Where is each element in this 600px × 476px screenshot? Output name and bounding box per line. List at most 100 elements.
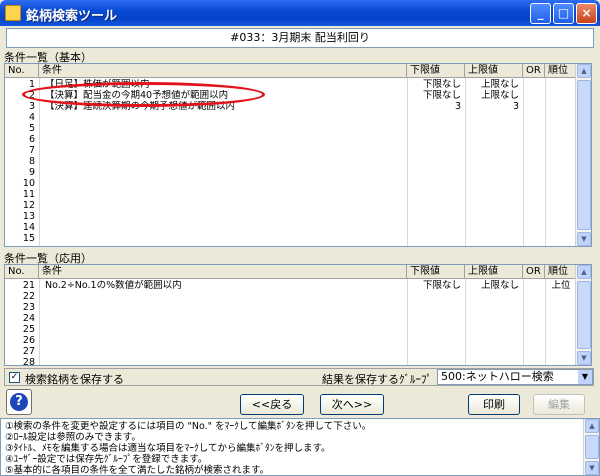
row-condition: [45, 357, 407, 365]
close-button[interactable]: ×: [576, 3, 597, 24]
applied-condition-table[interactable]: No. 条件 下限値 上限値 OR 順位 21 No.2÷No.1の%数値が範囲以…: [4, 264, 592, 366]
row-lower-limit: 下限なし: [422, 79, 461, 90]
edit-button[interactable]: 編集: [533, 394, 585, 415]
scroll-thumb[interactable]: [585, 435, 599, 459]
table-row[interactable]: 13: [5, 211, 577, 222]
row-rank: [545, 302, 577, 313]
chevron-down-icon[interactable]: ▼: [578, 370, 592, 384]
table-row[interactable]: 4: [5, 112, 577, 123]
col-or-header[interactable]: OR: [523, 64, 545, 78]
scroll-up-arrow-icon[interactable]: ▲: [577, 64, 591, 78]
scroll-thumb[interactable]: [577, 281, 591, 349]
row-condition: [45, 134, 407, 145]
row-upper-limit: [465, 200, 523, 211]
col-lower-header[interactable]: 下限値: [407, 64, 465, 78]
table-row[interactable]: 26: [5, 335, 577, 346]
row-number: 9: [28, 167, 35, 178]
row-rank: [545, 200, 577, 211]
scroll-down-arrow-icon[interactable]: ▼: [577, 232, 591, 246]
col-or-header[interactable]: OR: [523, 265, 545, 279]
table-row[interactable]: 22: [5, 291, 577, 302]
row-or: [523, 178, 545, 189]
row-number: 14: [22, 222, 35, 233]
scroll-thumb[interactable]: [577, 80, 591, 230]
table-row[interactable]: 15: [5, 233, 577, 244]
row-or: [523, 123, 545, 134]
row-number: 10: [22, 178, 35, 189]
save-group-select[interactable]: 500:ネットハロー検索 ▼: [437, 369, 593, 385]
row-number: 26: [22, 335, 35, 346]
col-upper-header[interactable]: 上限値: [465, 64, 523, 78]
table-row[interactable]: 14: [5, 222, 577, 233]
table-row[interactable]: 23: [5, 302, 577, 313]
back-button[interactable]: <<戻る: [240, 394, 304, 415]
table-row[interactable]: 5: [5, 123, 577, 134]
row-or: [523, 79, 545, 90]
row-condition: [45, 112, 407, 123]
table-row[interactable]: 24: [5, 313, 577, 324]
save-results-checkbox[interactable]: ✓: [9, 372, 20, 383]
row-rank: [545, 222, 577, 233]
col-no-header[interactable]: No.: [5, 265, 39, 279]
instructions-scrollbar[interactable]: ▲ ▼: [583, 419, 599, 475]
row-lower-limit: [407, 357, 465, 365]
row-condition: [45, 123, 407, 134]
table-row[interactable]: 11: [5, 189, 577, 200]
col-rank-header[interactable]: 順位: [545, 265, 577, 279]
table-row[interactable]: 6: [5, 134, 577, 145]
row-upper-limit: 上限なし: [480, 79, 519, 90]
instruction-line: ③ﾀｲﾄﾙ、ﾒﾓを編集する場合は適当な項目をﾏｰｸしてから編集ﾎﾞﾀﾝを押します…: [5, 443, 331, 454]
row-or: [523, 291, 545, 302]
col-condition-header[interactable]: 条件: [39, 265, 407, 279]
row-or: [523, 222, 545, 233]
table-row[interactable]: 28: [5, 357, 577, 365]
save-results-label[interactable]: 検索銘柄を保存する: [25, 371, 124, 387]
row-lower-limit: 下限なし: [422, 280, 461, 291]
table-row[interactable]: 25: [5, 324, 577, 335]
save-group-label: 結果を保存するｸﾞﾙｰﾌﾟ: [322, 373, 432, 386]
col-condition-header[interactable]: 条件: [39, 64, 407, 78]
row-upper-limit: [465, 302, 523, 313]
row-rank: [545, 112, 577, 123]
table-row[interactable]: 9: [5, 167, 577, 178]
maximize-button[interactable]: □: [553, 3, 574, 24]
scroll-up-arrow-icon[interactable]: ▲: [585, 419, 599, 433]
scroll-down-arrow-icon[interactable]: ▼: [585, 461, 599, 475]
col-lower-header[interactable]: 下限値: [407, 265, 465, 279]
col-upper-header[interactable]: 上限値: [465, 265, 523, 279]
row-upper-limit: [465, 313, 523, 324]
row-rank: [545, 211, 577, 222]
instruction-line: ①検索の条件を変更や設定するには項目の "No." をﾏｰｸして編集ﾎﾞﾀﾝを押…: [5, 421, 372, 432]
table-row[interactable]: 12: [5, 200, 577, 211]
next-button[interactable]: 次へ>>: [320, 394, 384, 415]
table-row[interactable]: 10: [5, 178, 577, 189]
table-row[interactable]: 27: [5, 346, 577, 357]
row-upper-limit: [465, 189, 523, 200]
minimize-button[interactable]: _: [530, 3, 551, 24]
table-row[interactable]: 21 No.2÷No.1の%数値が範囲以内 下限なし 上限なし 上位: [5, 280, 577, 291]
applied-scrollbar[interactable]: ▲ ▼: [575, 265, 591, 365]
instructions-box[interactable]: ①検索の条件を変更や設定するには項目の "No." をﾏｰｸして編集ﾎﾞﾀﾝを押…: [0, 418, 600, 476]
row-number: 27: [22, 346, 35, 357]
app-icon: [5, 5, 21, 21]
instruction-line: ⑤基本的に各項目の条件を全て満たした銘柄が検索されます。: [5, 465, 270, 476]
table-row[interactable]: 7: [5, 145, 577, 156]
scroll-up-arrow-icon[interactable]: ▲: [577, 265, 591, 279]
row-lower-limit: 下限なし: [422, 90, 461, 101]
help-button[interactable]: ?: [6, 389, 32, 415]
row-lower-limit: [407, 291, 465, 302]
print-button[interactable]: 印刷: [468, 394, 520, 415]
col-no-header[interactable]: No.: [5, 64, 39, 78]
basic-scrollbar[interactable]: ▲ ▼: [575, 64, 591, 246]
row-number: 6: [28, 134, 35, 145]
col-rank-header[interactable]: 順位: [545, 64, 577, 78]
title-bar[interactable]: 銘柄検索ツール _ □ ×: [0, 0, 600, 26]
instruction-line: ④ﾕｰｻﾞｰ設定では保存先ｸﾞﾙｰﾌﾟを登録できます。: [5, 454, 208, 465]
scroll-down-arrow-icon[interactable]: ▼: [577, 351, 591, 365]
table-row[interactable]: 8: [5, 156, 577, 167]
row-or: [523, 357, 545, 365]
row-lower-limit: [407, 167, 465, 178]
help-icon: ?: [10, 393, 28, 411]
row-upper-limit: 上限なし: [480, 90, 519, 101]
row-or: [523, 145, 545, 156]
